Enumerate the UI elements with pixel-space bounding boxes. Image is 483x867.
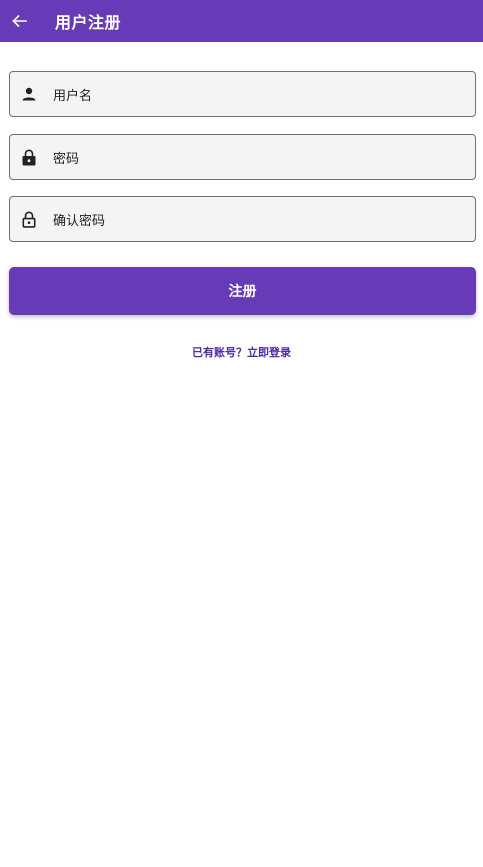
confirm-password-placeholder: 确认密码 bbox=[53, 213, 106, 229]
password-placeholder: 密码 bbox=[53, 151, 80, 167]
arrow-left-icon bbox=[11, 13, 27, 29]
username-field[interactable]: 用户名 bbox=[9, 71, 476, 117]
person-icon bbox=[21, 85, 37, 103]
username-placeholder: 用户名 bbox=[53, 88, 93, 104]
lock-icon bbox=[21, 148, 37, 166]
lock-outline-icon bbox=[21, 210, 37, 228]
confirm-password-field[interactable]: 确认密码 bbox=[9, 196, 476, 242]
login-link[interactable]: 已有账号？立即登录 bbox=[0, 344, 483, 360]
app-bar: 用户注册 bbox=[0, 0, 483, 42]
register-button[interactable]: 注册 bbox=[9, 267, 476, 315]
back-button[interactable] bbox=[0, 0, 38, 42]
page-title: 用户注册 bbox=[55, 13, 122, 32]
password-field[interactable]: 密码 bbox=[9, 134, 476, 180]
